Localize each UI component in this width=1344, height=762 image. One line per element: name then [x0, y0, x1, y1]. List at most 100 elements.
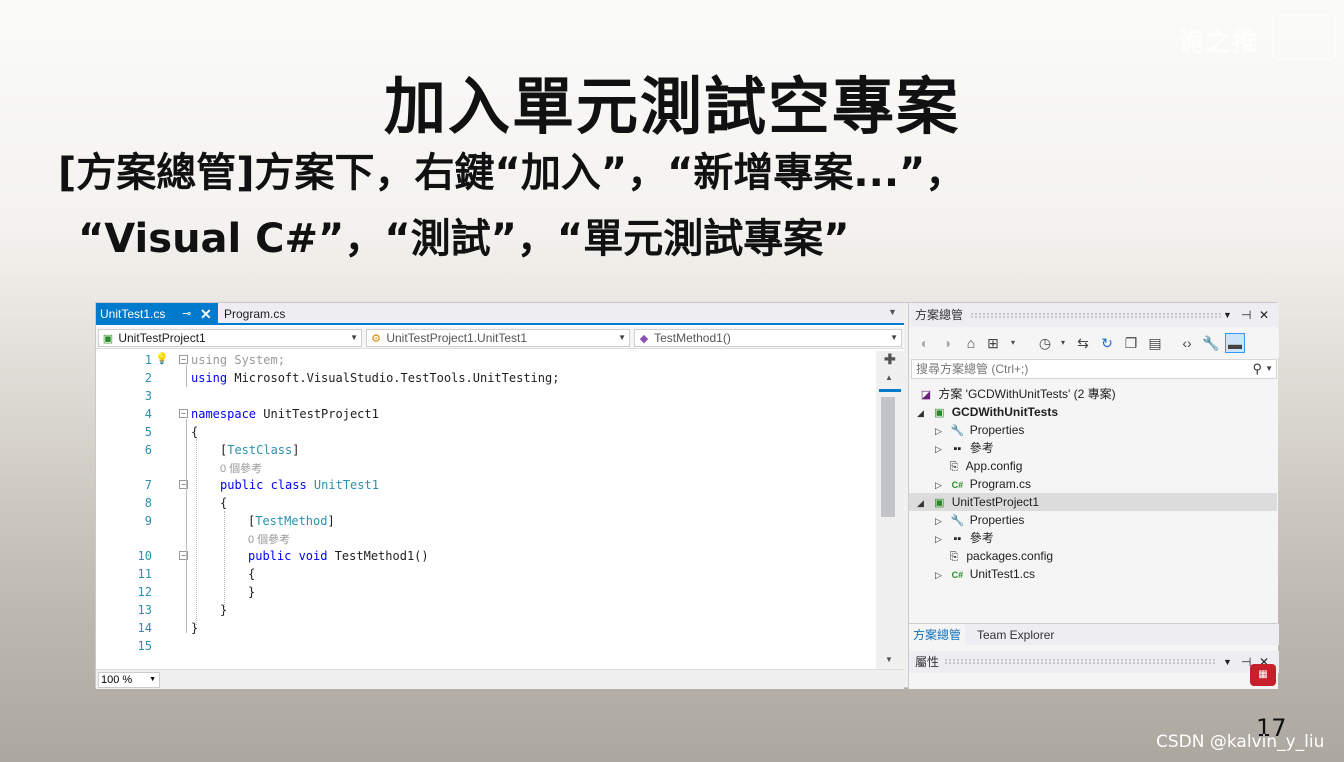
class-dropdown[interactable]: ⚙ UnitTestProject1.UnitTest1 ▼ — [366, 329, 630, 347]
fold-toggle[interactable]: − — [179, 409, 188, 418]
tree-item-properties[interactable]: ▷ 🔧 Properties — [935, 421, 1024, 439]
collapse-all-icon[interactable]: ❐ — [1121, 333, 1141, 353]
codelens-references[interactable]: 0 個參考 — [220, 460, 262, 476]
csharp-project-icon: ▣ — [102, 333, 114, 345]
watermark-text: 诡之推 — [1178, 28, 1260, 58]
wrench-icon: 🔧 — [950, 425, 965, 437]
view-code-icon[interactable]: ‹› — [1177, 333, 1197, 353]
tree-item-program-cs[interactable]: ▷ C# Program.cs — [935, 475, 1031, 493]
fold-toggle[interactable]: − — [179, 355, 188, 364]
collapsed-arrow-icon[interactable]: ▷ — [935, 512, 945, 530]
tree-item-packages-config[interactable]: ⎘ packages.config — [945, 547, 1053, 565]
zoom-dropdown[interactable]: 100 % ▼ — [98, 672, 160, 688]
pending-changes-icon[interactable]: ◷ — [1035, 333, 1055, 353]
forward-icon[interactable]: ◑ — [937, 333, 957, 353]
chevron-down-icon[interactable]: ▼ — [888, 307, 897, 317]
scrollbar-thumb[interactable] — [881, 397, 895, 517]
visual-studio-window: UnitTest1.cs ⊸ ✕ Program.cs ▼ ▣ UnitTest… — [95, 302, 1279, 689]
collapsed-arrow-icon[interactable]: ▷ — [935, 530, 945, 548]
csharp-file-icon: C# — [951, 570, 964, 580]
close-icon[interactable]: ✕ — [200, 303, 212, 325]
references-icon: ▪▪ — [953, 443, 962, 455]
refresh-icon[interactable]: ↻ — [1097, 333, 1117, 353]
slide-title: 加入單元測試空專案 — [383, 70, 960, 143]
method-icon: ◆ — [639, 333, 649, 345]
tab-team-explorer[interactable]: Team Explorer — [973, 624, 1058, 646]
collapsed-arrow-icon[interactable]: ▷ — [935, 476, 945, 494]
split-editor-icon[interactable]: ✚ — [884, 351, 896, 368]
code-editor: UnitTest1.cs ⊸ ✕ Program.cs ▼ ▣ UnitTest… — [96, 303, 904, 689]
codelens-references[interactable]: 0 個參考 — [248, 531, 290, 547]
chevron-down-icon[interactable]: ▼ — [1223, 303, 1232, 327]
scroll-up-icon[interactable]: ▲ — [885, 373, 893, 382]
sync-icon[interactable]: ⇆ — [1073, 333, 1093, 353]
panel-bottom-tabs: 方案總管 Team Explorer — [909, 623, 1279, 646]
preview-icon[interactable]: ▬ — [1225, 333, 1245, 353]
properties-icon[interactable]: 🔧 — [1201, 333, 1221, 353]
code-area[interactable]: 1 💡 2 3 4 5 6 7 8 9 10 11 12 13 14 15 − … — [96, 351, 876, 667]
expanded-arrow-icon[interactable]: ◢ — [917, 494, 927, 512]
wrench-icon: 🔧 — [950, 515, 965, 527]
credit-watermark: CSDN @kalvin_y_liu — [1156, 732, 1325, 752]
collapsed-arrow-icon[interactable]: ▷ — [935, 566, 945, 584]
tab-unittest1[interactable]: UnitTest1.cs ⊸ ✕ — [96, 303, 218, 325]
editor-scrollbar[interactable]: ✚ ▲ ▼ — [876, 351, 904, 669]
solution-icon: ◪ — [920, 389, 932, 401]
tree-item-solution[interactable]: ◪ 方案 'GCDWithUnitTests' (2 專案) — [917, 385, 1116, 403]
code-line-4: namespace UnitTestProject1 — [191, 407, 379, 421]
home-icon[interactable]: ⌂ — [961, 333, 981, 353]
show-all-files-icon[interactable]: ▤ — [1145, 333, 1165, 353]
tree-item-properties[interactable]: ▷ 🔧 Properties — [935, 511, 1024, 529]
line-number: 9 — [144, 514, 152, 528]
line-number: 7 — [144, 478, 152, 492]
close-icon[interactable]: ✕ — [1259, 303, 1269, 327]
fold-line — [186, 419, 187, 633]
expanded-arrow-icon[interactable]: ◢ — [917, 404, 927, 422]
document-tabs: UnitTest1.cs ⊸ ✕ Program.cs ▼ — [96, 303, 904, 325]
tree-item-project-gcd[interactable]: ◢ ▣ GCDWithUnitTests — [917, 403, 1058, 421]
collapsed-arrow-icon[interactable]: ▷ — [935, 440, 945, 458]
tree-item-references[interactable]: ▷ ▪▪ 參考 — [935, 439, 994, 457]
scroll-down-icon[interactable]: ▼ — [885, 655, 893, 664]
project-dropdown-value: UnitTestProject1 — [118, 331, 206, 345]
line-number: 8 — [144, 496, 152, 510]
line-number: 3 — [144, 389, 152, 403]
project-dropdown[interactable]: ▣ UnitTestProject1 ▼ — [98, 329, 362, 347]
pin-icon[interactable]: ⊸ — [182, 303, 191, 325]
chevron-down-icon[interactable]: ▾ — [1003, 333, 1023, 353]
properties-panel-header: 屬性 ▼ ⊣ ✕ — [909, 651, 1279, 673]
code-line-7: public class UnitTest1 — [220, 478, 379, 492]
member-dropdown[interactable]: ◆ TestMethod1() ▼ — [634, 329, 902, 347]
collapsed-arrow-icon[interactable]: ▷ — [935, 422, 945, 440]
panel-title: 方案總管 — [915, 308, 964, 322]
chevron-down-icon: ▼ — [350, 333, 358, 342]
class-dropdown-value: UnitTestProject1.UnitTest1 — [386, 331, 528, 345]
drag-grip[interactable] — [971, 313, 1221, 318]
tab-solution-explorer[interactable]: 方案總管 — [909, 624, 966, 646]
line-number: 13 — [137, 603, 152, 617]
switch-views-icon[interactable]: ⊞ — [983, 333, 1003, 353]
tree-item-app-config[interactable]: ⎘ App.config — [945, 457, 1023, 475]
code-line-12: } — [248, 585, 256, 599]
line-number: 6 — [144, 443, 152, 457]
line-number: 14 — [137, 621, 152, 635]
code-line-1: using System; — [191, 353, 285, 367]
back-icon[interactable]: ◐ — [915, 333, 935, 353]
indent-guide — [196, 439, 197, 625]
solution-search-input[interactable]: 搜尋方案總管 (Ctrl+;) ⚲ ▼ — [911, 359, 1277, 379]
chevron-down-icon: ▼ — [618, 333, 626, 342]
pin-icon[interactable]: ⊣ — [1241, 303, 1251, 327]
drag-grip[interactable] — [945, 659, 1215, 664]
tree-item-unittest1-cs[interactable]: ▷ C# UnitTest1.cs — [935, 565, 1035, 583]
tree-item-references[interactable]: ▷ ▪▪ 參考 — [935, 529, 994, 547]
line-number: 4 — [144, 407, 152, 421]
caret-position-marker — [879, 389, 901, 392]
lightbulb-icon[interactable]: 💡 — [155, 352, 169, 365]
tab-program[interactable]: Program.cs — [220, 303, 310, 325]
search-icon[interactable]: ⚲ — [1252, 360, 1262, 378]
chevron-down-icon[interactable]: ▾ — [1053, 333, 1073, 353]
chevron-down-icon[interactable]: ▼ — [1223, 651, 1232, 673]
editor-status-bar: 100 % ▼ — [96, 669, 904, 689]
chevron-down-icon[interactable]: ▼ — [1265, 360, 1273, 378]
tree-item-project-unittest[interactable]: ◢ ▣ UnitTestProject1 — [909, 493, 1277, 511]
